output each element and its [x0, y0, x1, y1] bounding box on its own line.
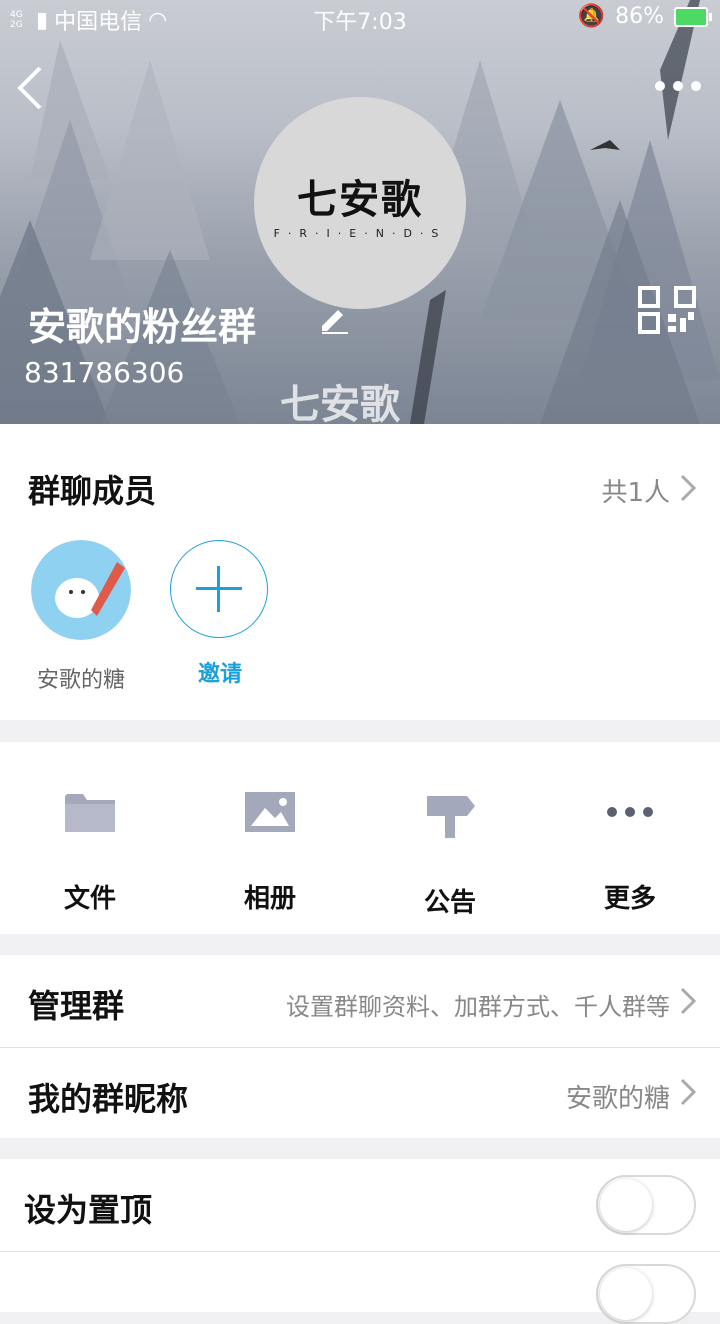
toggle-knob — [600, 1179, 652, 1231]
tool-label: 相册 — [243, 884, 296, 914]
next-setting-row — [0, 1252, 720, 1324]
chevron-right-icon[interactable] — [680, 474, 696, 502]
signpost-icon — [427, 796, 475, 838]
status-bar: 4G 2G ▮ 中国电信 ◠ 下午7:03 🔕 86% — [0, 0, 720, 36]
tools-section: 文件 相册 公告 更多 — [0, 742, 720, 934]
qr-code-icon[interactable] — [638, 286, 696, 334]
manage-group-row[interactable]: 管理群 设置群聊资料、加群方式、千人群等 — [0, 955, 720, 1047]
tool-label: 更多 — [603, 884, 656, 914]
member-item[interactable]: 安歌的糖 — [31, 540, 131, 694]
back-arrow-icon[interactable] — [14, 64, 50, 112]
nickname-title: 我的群昵称 — [28, 1080, 189, 1118]
tool-label: 公告 — [423, 888, 476, 918]
pin-title: 设为置顶 — [24, 1191, 153, 1229]
more-options-icon[interactable] — [654, 78, 702, 94]
group-header: 4G 2G ▮ 中国电信 ◠ 下午7:03 🔕 86% 七安歌 F·R·I·E·… — [0, 0, 720, 424]
tool-announcement[interactable]: 公告 — [390, 790, 510, 919]
folder-icon — [65, 794, 115, 832]
members-section: 群聊成员 共1人 安歌的糖 邀请 — [0, 424, 720, 720]
watermark-text: 七安歌 — [280, 382, 400, 424]
mute-bell-icon: 🔕 — [577, 4, 606, 29]
tool-album[interactable]: 相册 — [210, 790, 330, 915]
nickname-value: 安歌的糖 — [565, 1084, 670, 1114]
avatar-logo-text: 七安歌 — [297, 175, 423, 223]
tool-files[interactable]: 文件 — [30, 790, 150, 915]
invite-button[interactable]: 邀请 — [170, 540, 270, 688]
group-id: 831786306 — [24, 356, 185, 389]
battery-icon — [674, 6, 712, 27]
more-icon — [607, 807, 653, 817]
manage-title: 管理群 — [28, 987, 125, 1025]
toggle-knob — [600, 1268, 652, 1320]
image-icon — [245, 792, 295, 832]
invite-label: 邀请 — [197, 662, 242, 687]
my-nickname-row[interactable]: 我的群昵称 安歌的糖 — [0, 1048, 720, 1138]
members-count[interactable]: 共1人 — [601, 472, 670, 509]
pin-toggle[interactable] — [596, 1175, 696, 1235]
pin-to-top-row: 设为置顶 — [0, 1159, 720, 1251]
members-title: 群聊成员 — [28, 472, 157, 510]
plus-icon — [196, 566, 242, 612]
group-avatar[interactable]: 七安歌 F·R·I·E·N·D·S — [254, 97, 466, 309]
tool-more[interactable]: 更多 — [570, 790, 690, 915]
battery-percent: 86% — [615, 4, 664, 29]
chevron-right-icon — [680, 987, 696, 1015]
member-name: 安歌的糖 — [36, 668, 125, 693]
edit-pencil-icon[interactable] — [318, 302, 350, 334]
tool-label: 文件 — [63, 884, 116, 914]
invite-circle[interactable] — [170, 540, 268, 638]
member-avatar — [31, 540, 131, 640]
group-name: 安歌的粉丝群 — [28, 305, 257, 349]
avatar-logo-subtext: F·R·I·E·N·D·S — [273, 226, 447, 240]
manage-description: 设置群聊资料、加群方式、千人群等 — [286, 993, 670, 1021]
next-toggle[interactable] — [596, 1264, 696, 1324]
chevron-right-icon — [680, 1078, 696, 1106]
